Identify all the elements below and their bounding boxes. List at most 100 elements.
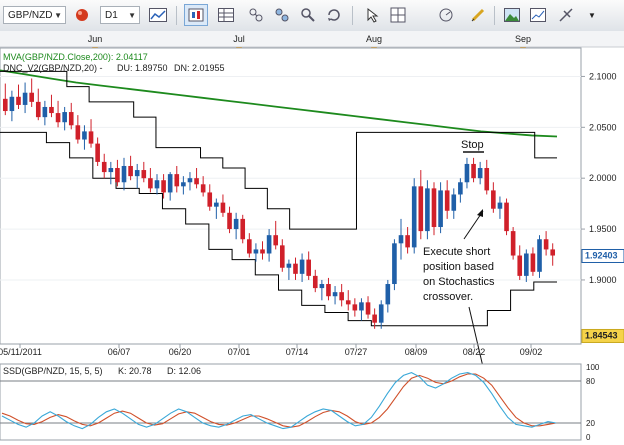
symbol-value: GBP/NZD xyxy=(8,10,53,21)
candle-body xyxy=(530,253,536,272)
price-tick-label: 1.9000 xyxy=(589,275,617,285)
note-line-2: position based xyxy=(423,261,494,273)
candle-body xyxy=(510,231,516,256)
candle-body xyxy=(29,92,34,102)
dnc-dn: DN: 2.01955 xyxy=(174,63,225,73)
image-icon[interactable] xyxy=(500,4,524,26)
line-chart-icon[interactable] xyxy=(146,4,170,26)
candle-body xyxy=(425,188,430,232)
mva-legend: MVA(GBP/NZD.Close,200): 2.04117 xyxy=(3,52,148,62)
candle-body xyxy=(471,163,476,179)
candle-body xyxy=(286,263,292,268)
stochastic-tick-label: 20 xyxy=(586,419,595,428)
candle-body xyxy=(68,112,74,126)
candle-body xyxy=(187,178,193,183)
candle-body xyxy=(115,168,120,183)
candle-body xyxy=(49,106,54,114)
candle-body xyxy=(253,249,259,254)
candle-body xyxy=(451,194,457,211)
candle-body xyxy=(16,96,21,105)
low-price: 1.84543 xyxy=(585,330,618,340)
candle-body xyxy=(148,178,153,189)
chart-area[interactable]: Jun Jul Aug Sep 2.1000 2.0500 2.0000 1.9500 1.9… xyxy=(0,31,624,443)
candle-body xyxy=(75,125,81,140)
candle-body xyxy=(134,170,140,177)
candle-body xyxy=(240,218,246,240)
date-label: 07/27 xyxy=(345,347,368,357)
candle-body xyxy=(477,168,483,179)
candle-body xyxy=(411,186,417,248)
candle-body xyxy=(108,168,114,173)
candle-body xyxy=(438,190,443,228)
stochastic-legend: SSD(GBP/NZD, 15, 5, 5) xyxy=(3,366,103,376)
date-label: 08/09 xyxy=(405,347,428,357)
arrow-icon[interactable] xyxy=(360,4,384,26)
ball-icon[interactable] xyxy=(70,4,94,26)
settings-icon[interactable] xyxy=(554,4,578,26)
candle-body xyxy=(55,113,61,123)
indicators-icon[interactable] xyxy=(244,4,268,26)
price-chart[interactable]: Jun Jul Aug Sep 2.1000 2.0500 2.0000 1.9500 1.9… xyxy=(0,31,624,443)
candle-body xyxy=(233,218,239,230)
candle-body xyxy=(95,143,100,162)
candle-body xyxy=(306,259,311,276)
candle-body xyxy=(167,174,173,193)
candle-body xyxy=(398,235,404,244)
date-label: 07/14 xyxy=(286,347,309,357)
more-icon[interactable]: ▼ xyxy=(580,4,604,26)
candle-body xyxy=(35,101,41,118)
candle-body xyxy=(22,92,28,105)
candle-body xyxy=(101,161,107,173)
candle-body xyxy=(458,182,463,195)
zoom-icon[interactable] xyxy=(296,4,320,26)
candle-body xyxy=(392,243,397,285)
chart-window-icon[interactable] xyxy=(526,4,550,26)
candle-body xyxy=(181,182,186,187)
candle-body xyxy=(543,239,549,250)
candle-body xyxy=(220,202,226,213)
date-label: 07/01 xyxy=(228,347,251,357)
candle-body xyxy=(227,212,232,230)
candle-body xyxy=(431,188,437,228)
candle-body xyxy=(326,284,331,297)
stochastic-axis-labels: 100 80 20 0 xyxy=(586,363,600,442)
toolbar-divider xyxy=(176,6,177,25)
price-tick-label: 2.0500 xyxy=(589,122,617,132)
dnc-du: DU: 1.89750 xyxy=(117,63,168,73)
symbol-select[interactable]: GBP/NZD ▼ xyxy=(3,6,66,24)
candle-body xyxy=(372,314,377,323)
candle-body xyxy=(418,186,424,232)
price-tick-label: 2.0000 xyxy=(589,173,617,183)
candle-body xyxy=(332,292,338,297)
ruler-icon[interactable] xyxy=(434,4,458,26)
candle-body xyxy=(504,202,509,232)
candle-body xyxy=(299,259,305,274)
stochastic-d: D: 12.06 xyxy=(167,366,201,376)
note-line-4: crossover. xyxy=(423,291,473,303)
candle-body xyxy=(266,235,272,254)
candle-body xyxy=(405,235,410,248)
pencil-icon[interactable] xyxy=(466,4,490,26)
chevron-down-icon: ▼ xyxy=(128,11,136,20)
timeframe-select[interactable]: D1 ▼ xyxy=(100,6,140,24)
table-icon[interactable] xyxy=(214,4,238,26)
toolbar: GBP/NZD ▼ D1 ▼ ▼ xyxy=(0,0,624,32)
candle-body xyxy=(141,170,147,179)
candle-body xyxy=(293,263,298,274)
chart-type-icon[interactable] xyxy=(184,4,208,26)
candle-body xyxy=(484,168,490,191)
candle-body xyxy=(352,304,358,311)
candle-body xyxy=(2,98,8,112)
candle-body xyxy=(121,165,127,183)
date-label: 08/22 xyxy=(463,347,486,357)
candle-body xyxy=(359,302,364,311)
candle-body xyxy=(464,163,470,183)
grid-icon[interactable] xyxy=(386,4,410,26)
candle-body xyxy=(42,106,48,118)
objects-icon[interactable] xyxy=(270,4,294,26)
dnc-legend: DNC_V2(GBP/NZD,20) - xyxy=(3,63,103,73)
date-label: 06/20 xyxy=(169,347,192,357)
refresh-icon[interactable] xyxy=(322,4,346,26)
candle-body xyxy=(214,202,219,207)
candle-body xyxy=(260,249,265,254)
